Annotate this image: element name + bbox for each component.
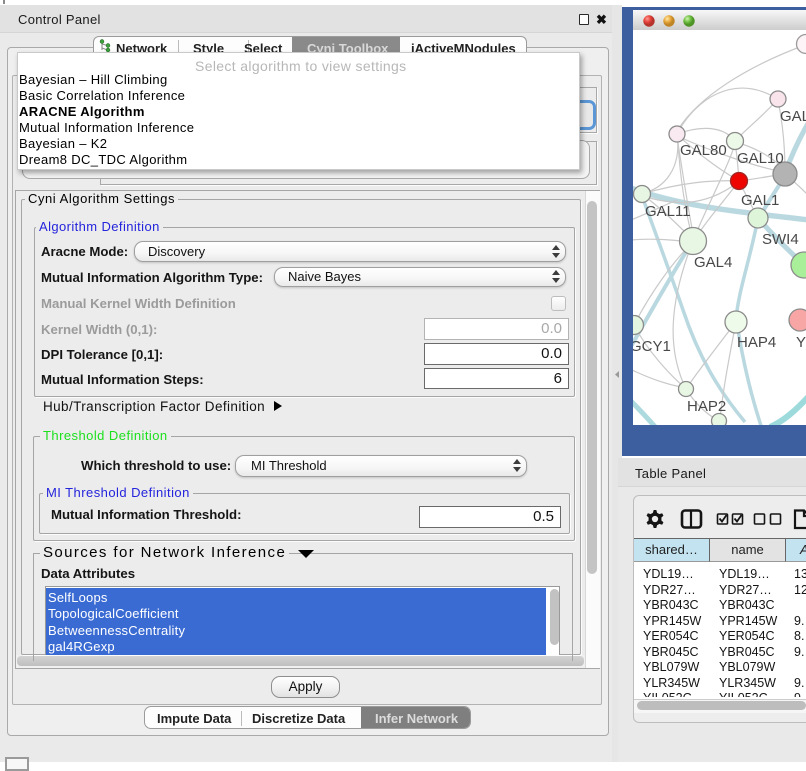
svg-text:HAP2: HAP2 (687, 398, 726, 415)
svg-text:Y: Y (796, 334, 806, 351)
svg-text:GCY1: GCY1 (633, 338, 671, 355)
svg-text:GAL10: GAL10 (737, 150, 784, 167)
svg-text:HAP4: HAP4 (737, 334, 776, 351)
svg-text:GAL11: GAL11 (645, 203, 691, 220)
svg-text:GAL: GAL (780, 108, 806, 125)
svg-text:SWI4: SWI4 (762, 231, 799, 248)
svg-text:GAL80: GAL80 (680, 142, 727, 159)
svg-text:GAL4: GAL4 (694, 254, 732, 271)
svg-text:GAL1: GAL1 (741, 192, 779, 209)
